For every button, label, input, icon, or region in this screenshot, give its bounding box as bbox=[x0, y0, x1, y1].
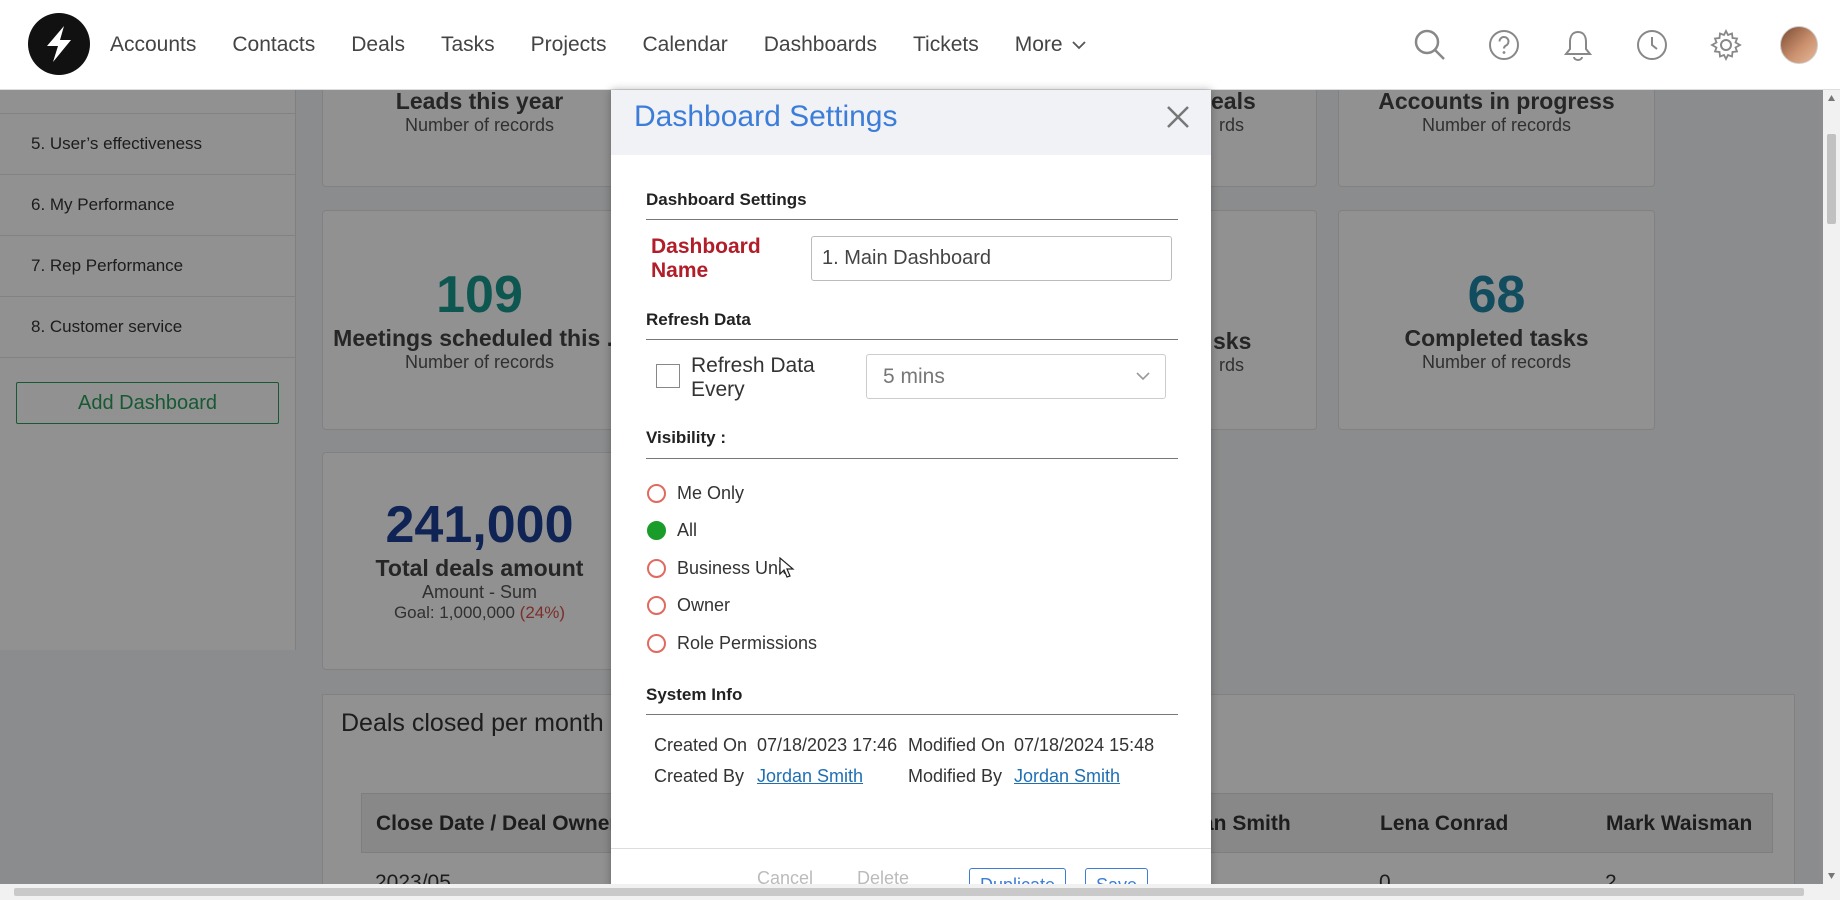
dashboard-name-label: Dashboard Name bbox=[651, 235, 761, 282]
radio-button[interactable] bbox=[647, 558, 666, 578]
radio-button[interactable] bbox=[647, 595, 666, 615]
chevron-down-icon bbox=[1136, 372, 1150, 381]
created-on-label: Created On bbox=[654, 735, 748, 755]
modal-header: Dashboard Settings bbox=[611, 90, 1211, 155]
created-by-link[interactable]: Jordan Smith bbox=[757, 766, 863, 787]
modal-title: Dashboard Settings bbox=[634, 100, 898, 133]
visibility-option-business-unit[interactable]: Business Unit bbox=[647, 556, 787, 580]
radio-label: Owner bbox=[677, 594, 731, 615]
horizontal-scrollbar[interactable] bbox=[0, 884, 1840, 900]
top-icons bbox=[1374, 0, 1818, 90]
created-by-label: Created By bbox=[654, 766, 745, 786]
clock-icon[interactable] bbox=[1634, 27, 1670, 63]
help-icon[interactable] bbox=[1486, 27, 1522, 63]
mouse-cursor-icon bbox=[779, 557, 795, 578]
nav-accounts[interactable]: Accounts bbox=[110, 33, 196, 57]
close-icon[interactable] bbox=[1163, 102, 1193, 132]
nav-more-label: More bbox=[1014, 33, 1063, 56]
refresh-interval-select[interactable]: 5 mins bbox=[866, 354, 1166, 399]
nav-tasks[interactable]: Tasks bbox=[441, 33, 495, 57]
horizontal-scrollbar-thumb[interactable] bbox=[14, 888, 1804, 896]
nav-tickets[interactable]: Tickets bbox=[913, 33, 979, 57]
section-title-settings: Dashboard Settings bbox=[646, 190, 807, 209]
nav-dashboards[interactable]: Dashboards bbox=[764, 33, 877, 57]
bell-icon[interactable] bbox=[1560, 27, 1596, 63]
section-title-visibility: Visibility : bbox=[646, 428, 726, 447]
gear-icon[interactable] bbox=[1708, 27, 1744, 63]
radio-label: All bbox=[677, 519, 698, 540]
radio-label: Business Unit bbox=[677, 557, 788, 578]
section-title-refresh: Refresh Data bbox=[646, 310, 751, 329]
radio-label: Role Permissions bbox=[677, 632, 818, 653]
vertical-scrollbar[interactable] bbox=[1823, 90, 1840, 884]
divider bbox=[646, 339, 1178, 340]
visibility-option-all[interactable]: All bbox=[647, 518, 697, 542]
vertical-scrollbar-thumb[interactable] bbox=[1827, 134, 1836, 224]
visibility-option-role-permissions[interactable]: Role Permissions bbox=[647, 631, 817, 655]
refresh-interval-value: 5 mins bbox=[883, 364, 945, 388]
divider bbox=[646, 714, 1178, 715]
refresh-data-checkbox[interactable] bbox=[656, 364, 680, 388]
section-title-system: System Info bbox=[646, 685, 743, 704]
nav-projects[interactable]: Projects bbox=[531, 33, 607, 57]
radio-button[interactable] bbox=[647, 483, 666, 503]
dashboard-name-input[interactable]: 1. Main Dashboard bbox=[811, 236, 1172, 281]
user-avatar[interactable] bbox=[1780, 26, 1818, 64]
radio-label: Me Only bbox=[677, 482, 745, 503]
main-nav: Accounts Contacts Deals Tasks Projects C… bbox=[110, 0, 1123, 90]
visibility-option-owner[interactable]: Owner bbox=[647, 593, 730, 617]
radio-button-selected[interactable] bbox=[647, 520, 666, 540]
top-navigation-bar: Accounts Contacts Deals Tasks Projects C… bbox=[0, 0, 1840, 90]
modal-footer-divider bbox=[611, 848, 1211, 849]
app-logo[interactable] bbox=[28, 13, 90, 75]
modified-by-link[interactable]: Jordan Smith bbox=[1014, 766, 1120, 787]
modified-by-label: Modified By bbox=[908, 766, 1003, 786]
nav-deals[interactable]: Deals bbox=[351, 33, 405, 57]
nav-calendar[interactable]: Calendar bbox=[643, 33, 728, 57]
search-icon[interactable] bbox=[1412, 27, 1448, 63]
logo-bolt-icon bbox=[47, 26, 71, 62]
scroll-up-arrow-icon[interactable] bbox=[1827, 94, 1836, 102]
nav-contacts[interactable]: Contacts bbox=[232, 33, 315, 57]
scroll-down-arrow-icon[interactable] bbox=[1827, 872, 1836, 880]
chevron-down-icon bbox=[1071, 41, 1086, 50]
modified-on-value: 07/18/2024 15:48 bbox=[1014, 735, 1155, 755]
dashboard-settings-modal: Dashboard Settings Dashboard Settings Da… bbox=[611, 90, 1211, 900]
divider bbox=[646, 219, 1178, 220]
radio-button[interactable] bbox=[647, 633, 666, 653]
refresh-data-label: Refresh Data Every bbox=[691, 354, 815, 401]
modified-on-label: Modified On bbox=[908, 735, 1006, 755]
visibility-option-me-only[interactable]: Me Only bbox=[647, 481, 744, 505]
divider bbox=[646, 458, 1178, 459]
created-on-value: 07/18/2023 17:46 bbox=[757, 735, 898, 755]
nav-more[interactable]: More bbox=[1015, 33, 1087, 57]
